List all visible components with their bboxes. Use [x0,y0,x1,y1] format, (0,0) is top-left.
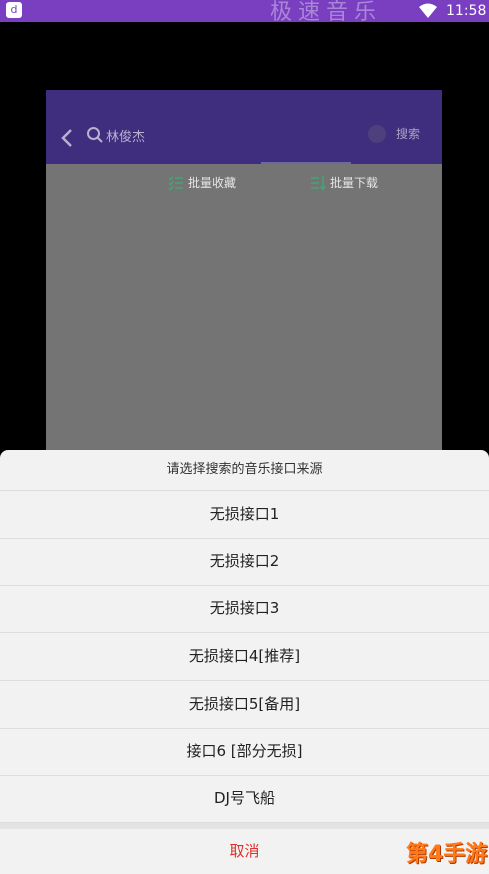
search-icon [87,127,103,143]
option-lossless-1[interactable]: 无损接口1 [0,491,489,539]
batch-collect-button[interactable]: 批量收藏 [168,174,258,192]
status-bar-banner: 极速音乐 [270,0,383,25]
search-page-panel: 搜索 批量收藏 批量下载 [46,90,442,455]
wifi-icon [419,3,437,18]
search-header: 搜索 [46,90,442,164]
batch-download-label: 批量下载 [330,176,379,190]
screen: d 极速音乐 11:58 搜索 [0,0,489,874]
site-watermark: 第4手游 [406,842,488,867]
option-lossless-4[interactable]: 无损接口4[推荐] [0,633,489,681]
option-source-6[interactable]: 接口6 [部分无损] [0,728,489,776]
search-input[interactable] [106,123,306,147]
status-bar: d 极速音乐 11:58 [0,0,489,25]
option-lossless-3[interactable]: 无损接口3 [0,585,489,633]
option-lossless-5[interactable]: 无损接口5[备用] [0,681,489,729]
search-button[interactable]: 搜索 [396,124,420,144]
app-notification-icon: d [6,2,22,18]
status-time: 11:58 [446,3,487,19]
batch-collect-label: 批量收藏 [188,176,237,190]
option-dj[interactable]: DJ号飞船 [0,775,489,823]
option-lossless-2[interactable]: 无损接口2 [0,538,489,586]
tab-indicator [261,162,351,164]
download-list-icon [311,176,326,191]
clear-icon[interactable] [368,125,386,143]
sheet-title: 请选择搜索的音乐接口来源 [0,450,489,491]
batch-download-button[interactable]: 批量下载 [310,174,400,192]
checklist-icon [168,176,183,191]
source-picker-sheet: 请选择搜索的音乐接口来源 无损接口1 无损接口2 无损接口3 无损接口4[推荐]… [0,450,489,874]
back-arrow-icon[interactable] [60,128,74,148]
